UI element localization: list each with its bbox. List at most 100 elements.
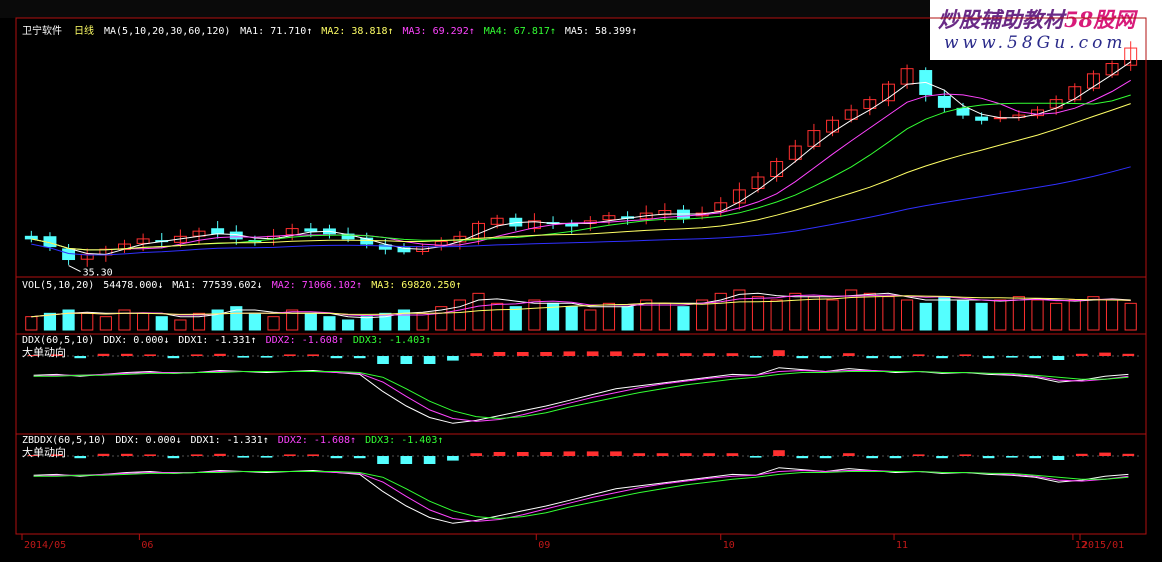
volume-bar bbox=[1031, 299, 1044, 331]
ddx-bar bbox=[493, 352, 506, 356]
volume-bar bbox=[807, 296, 821, 331]
ddx-bar bbox=[912, 354, 925, 356]
volume-bar bbox=[341, 319, 355, 331]
ma3-line bbox=[31, 79, 1131, 251]
ddx-label-0: DDX(60,5,10) bbox=[22, 335, 94, 346]
vol-label-0: VOL(5,10,20) bbox=[22, 280, 94, 291]
panel-frame bbox=[15, 333, 1147, 435]
ddx-bar bbox=[796, 356, 809, 359]
vol-label-1: 54478.000↓ bbox=[103, 280, 163, 291]
zbddx-bar bbox=[749, 456, 762, 458]
volume-bar bbox=[863, 292, 876, 331]
volume-bar bbox=[174, 319, 187, 331]
ddx-label-4: DDX3: -1.403↑ bbox=[353, 335, 431, 346]
volume-bar bbox=[677, 306, 690, 331]
volume-bar bbox=[938, 296, 951, 331]
zbddx-ddx1-line bbox=[33, 467, 1129, 524]
ddx-ddx1-line bbox=[33, 367, 1129, 424]
ddx-bar bbox=[633, 353, 646, 356]
ddx-bar bbox=[843, 353, 855, 356]
zbddx-bar bbox=[610, 451, 622, 456]
zbddx-bar bbox=[1006, 456, 1018, 458]
zbddx-bar bbox=[633, 453, 646, 456]
stock-chart: 35.30 2014/05 06 09 10 11 122015/01 卫宁软件 日线 MA(… bbox=[15, 17, 1147, 551]
zbddx-bar bbox=[703, 453, 715, 456]
ddx-bar bbox=[1099, 352, 1111, 356]
ddx-bar bbox=[330, 356, 343, 359]
volume-bar bbox=[621, 306, 634, 331]
ddx-bar bbox=[470, 353, 483, 356]
volume-bar bbox=[360, 316, 373, 331]
zbddx-bar bbox=[470, 453, 483, 456]
ddx-bar bbox=[959, 354, 972, 356]
ddx-bar bbox=[726, 353, 739, 356]
ddx-bar bbox=[773, 350, 785, 356]
x-tick-label: 10 bbox=[723, 540, 735, 551]
zbddx-bar bbox=[796, 456, 809, 459]
volume-bar bbox=[1124, 302, 1137, 331]
volume-bar bbox=[509, 306, 522, 331]
volume-bar bbox=[248, 312, 262, 331]
zbddx-bar bbox=[1122, 453, 1135, 456]
zbddx-bar bbox=[936, 456, 948, 459]
vol-label-4: MA3: 69820.250↑ bbox=[371, 280, 461, 291]
ddx-bar bbox=[1006, 356, 1018, 358]
ddx-label-3: DDX2: -1.608↑ bbox=[266, 335, 344, 346]
ddx-bar bbox=[144, 354, 156, 356]
volume-bar bbox=[956, 299, 970, 331]
volume-bar bbox=[1050, 302, 1063, 331]
zbddx-bar bbox=[377, 456, 389, 464]
volume-bar bbox=[584, 309, 597, 331]
ddx-ddx2-line bbox=[33, 369, 1129, 422]
ma2-line bbox=[31, 103, 1131, 251]
ddx-bar bbox=[703, 353, 715, 356]
x-axis: 2014/05 06 09 10 11 122015/01 bbox=[21, 534, 1124, 551]
main-label-7: MA5: 58.399↑ bbox=[565, 26, 637, 37]
ddx-bar bbox=[423, 356, 436, 364]
volume-bar bbox=[155, 316, 168, 331]
volume-bar bbox=[919, 302, 932, 331]
price-panel: 35.30 bbox=[24, 41, 1138, 279]
ddx-bar bbox=[889, 356, 902, 359]
volume-bar bbox=[528, 299, 541, 331]
candle-body bbox=[24, 235, 38, 240]
zbddx-bar bbox=[353, 456, 366, 459]
ddx-bar bbox=[1052, 356, 1065, 360]
zbddx-bar bbox=[586, 451, 599, 456]
ddx-bar bbox=[307, 354, 319, 356]
volume-bar bbox=[81, 312, 94, 331]
zbddx-panel bbox=[22, 450, 1140, 524]
main-label-3: MA1: 71.710↑ bbox=[240, 26, 312, 37]
ddx-bar bbox=[447, 356, 459, 361]
ddx-bar bbox=[120, 353, 133, 356]
ddx-bar bbox=[167, 356, 180, 359]
ddx-bar bbox=[936, 356, 948, 359]
zbddx-bar bbox=[260, 456, 273, 458]
volume-bar bbox=[416, 312, 429, 331]
zbddx-bar bbox=[447, 456, 459, 461]
zbddx-bar bbox=[423, 456, 436, 464]
volume-bar bbox=[602, 302, 616, 331]
zbddx-label-1: DDX: 0.000↓ bbox=[115, 435, 181, 446]
volume-bar bbox=[1012, 296, 1025, 331]
x-tick-label: 2015/01 bbox=[1082, 540, 1124, 551]
zbddx-bar bbox=[819, 456, 832, 459]
main-label-0: 卫宁软件 bbox=[22, 24, 62, 37]
vol-label-3: MA2: 71066.102↑ bbox=[272, 280, 362, 291]
zbddx-bar bbox=[493, 452, 506, 456]
zbddx-bar bbox=[982, 456, 995, 459]
ddx-bar bbox=[97, 353, 110, 356]
volume-bar bbox=[1087, 296, 1100, 331]
candle-body bbox=[975, 116, 989, 121]
main-label-4: MA2: 38.818↑ bbox=[321, 26, 393, 37]
ddx-bar bbox=[982, 356, 995, 359]
zbddx-bar bbox=[726, 453, 739, 456]
panel-labels: 卫宁软件 日线 MA(5,10,20,30,60,120) MA1: 71.710↑ M… bbox=[22, 24, 637, 459]
zbddx-label-2: DDX1: -1.331↑ bbox=[191, 435, 269, 446]
zbddx-label-0: ZBDDX(60,5,10) bbox=[22, 435, 106, 446]
candle-body bbox=[956, 107, 970, 116]
zbddx-bar bbox=[97, 453, 110, 456]
zbddx-bar bbox=[516, 452, 529, 456]
zbddx-bar bbox=[1075, 453, 1088, 456]
volume-bar bbox=[658, 302, 671, 331]
